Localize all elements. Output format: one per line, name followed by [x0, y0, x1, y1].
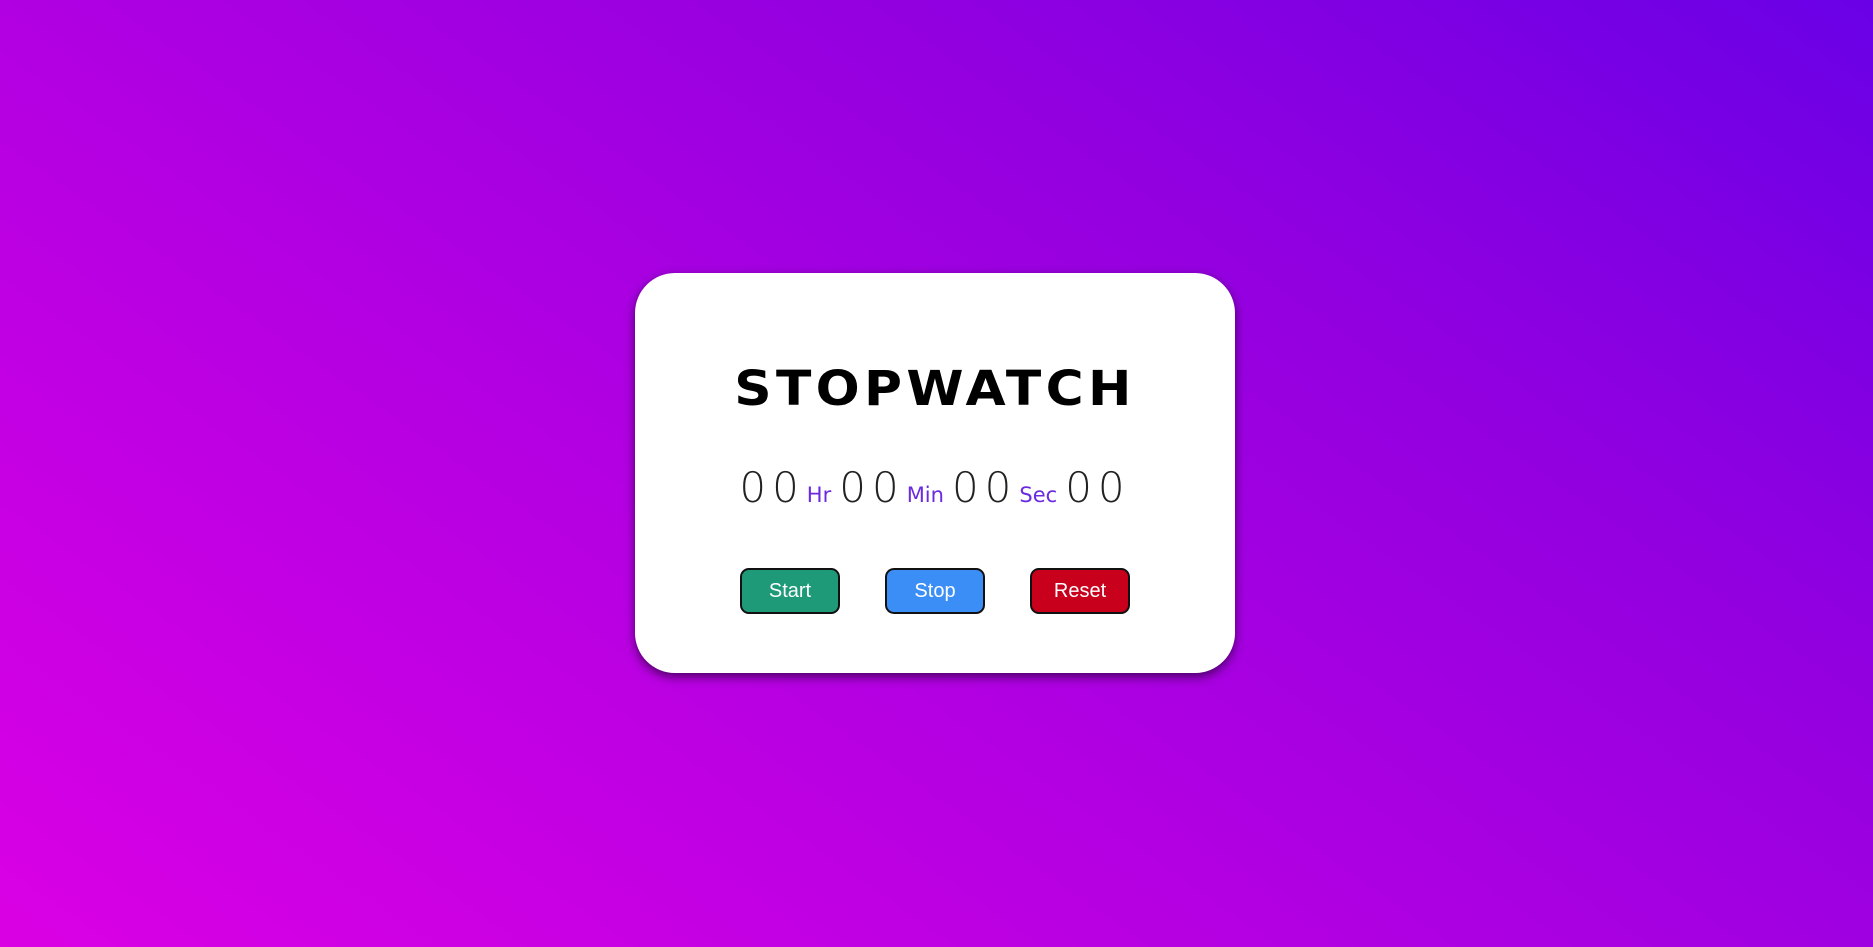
stopwatch-title: STOPWATCH [734, 361, 1136, 417]
seconds-value: 00 [951, 463, 1018, 512]
page-background: { "app": { "title": "STOPWATCH" }, "time… [0, 0, 1873, 947]
reset-button[interactable]: Reset [1030, 568, 1130, 614]
milliseconds-value: 00 [1065, 463, 1131, 512]
control-buttons: Start Stop Reset [635, 568, 1235, 614]
stopwatch-card: STOPWATCH 00 Hr 00 Min 00 Sec 00 Start S… [635, 273, 1235, 673]
start-button[interactable]: Start [740, 568, 840, 614]
stop-button[interactable]: Stop [885, 568, 985, 614]
hours-value: 00 [739, 463, 805, 512]
hours-unit: Hr [806, 483, 832, 507]
minutes-value: 00 [839, 463, 905, 512]
minutes-unit: Min [906, 483, 944, 507]
time-display: 00 Hr 00 Min 00 Sec 00 [635, 463, 1235, 512]
seconds-unit: Sec [1019, 483, 1058, 507]
